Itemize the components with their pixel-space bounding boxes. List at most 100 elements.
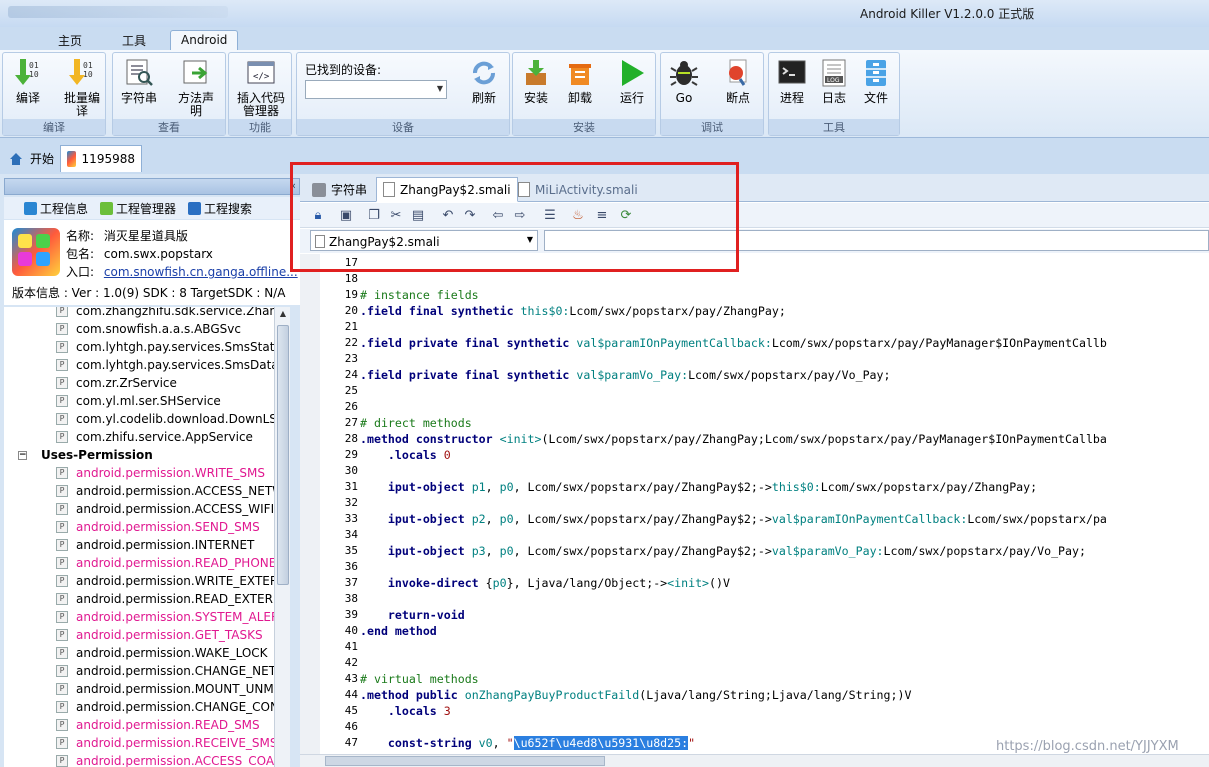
install-button[interactable]: 安装 — [513, 57, 559, 105]
tree-item-permission[interactable]: Pandroid.permission.READ_PHONE_ — [56, 554, 274, 572]
code-line[interactable]: # virtual methods — [360, 672, 479, 686]
tree-item-permission[interactable]: Pandroid.permission.GET_TASKS — [56, 626, 263, 644]
method-declaration-button[interactable]: 方法声明 — [173, 57, 219, 118]
tree-item-permission[interactable]: Pandroid.permission.MOUNT_UNM — [56, 680, 274, 698]
tree-item-permission[interactable]: Pandroid.permission.READ_EXTERN — [56, 590, 274, 608]
go-button[interactable]: Go — [661, 57, 707, 105]
strings-button[interactable]: 字符串 — [116, 57, 162, 105]
code-line[interactable]: .end method — [360, 624, 437, 638]
menu-tab-tools[interactable]: 工具 — [112, 30, 156, 51]
paste-icon[interactable]: ▤ — [410, 208, 426, 224]
run-button[interactable]: 运行 — [609, 57, 655, 105]
code-area[interactable]: 17 18 19 # instance fields 20 .field final sy… — [330, 254, 1209, 754]
tree-item-permission[interactable]: Pandroid.permission.CHANGE_NETV — [56, 662, 274, 680]
tab-project-search[interactable]: 工程搜索 — [188, 200, 252, 217]
method-select[interactable] — [544, 230, 1209, 251]
code-line[interactable]: iput-object p1, p0, Lcom/swx/popstarx/pa… — [360, 480, 1037, 494]
code-line[interactable]: .field private final synthetic val$param… — [360, 336, 1107, 350]
tree-item-permission[interactable]: Pandroid.permission.CHANGE_CON — [56, 698, 274, 716]
tree-item-service[interactable]: Pcom.lyhtgh.pay.services.SmsStatus — [56, 338, 274, 356]
tree-item-permission[interactable]: Pandroid.permission.WRITE_SMS — [56, 464, 265, 482]
file-button[interactable]: 文件 — [853, 57, 899, 105]
code-line[interactable]: return-void — [360, 608, 465, 622]
code-line[interactable]: # direct methods — [360, 416, 472, 430]
tree-item-permission[interactable]: Pandroid.permission.ACCESS_COAR — [56, 752, 274, 767]
tree-item-service[interactable]: Pcom.zr.ZrService — [56, 374, 177, 392]
code-line[interactable]: .field private final synthetic val$param… — [360, 368, 891, 382]
tree-item-permission[interactable]: Pandroid.permission.WAKE_LOCK — [56, 644, 268, 662]
tree-item-permission[interactable]: Pandroid.permission.ACCESS_NETW — [56, 482, 274, 500]
tree-item-service[interactable]: Pcom.zhangzhifu.sdk.service.Zhangz — [56, 307, 274, 320]
code-line[interactable]: .locals 3 — [360, 704, 451, 718]
tree-item-permission[interactable]: Pandroid.permission.ACCESS_WIFI_ — [56, 500, 274, 518]
code-line[interactable]: .locals 0 — [360, 448, 451, 462]
align-icon[interactable]: ≡ — [594, 208, 610, 224]
cut-icon[interactable]: ✂ — [388, 208, 404, 224]
tab-project-manager[interactable]: 工程管理器 — [100, 200, 176, 217]
tree-item-permission[interactable]: Pandroid.permission.RECEIVE_SMS — [56, 734, 274, 752]
process-button[interactable]: 进程 — [769, 57, 815, 105]
code-line[interactable]: .method public onZhangPayBuyProductFaild… — [360, 688, 911, 702]
code-line[interactable]: iput-object p2, p0, Lcom/swx/popstarx/pa… — [360, 512, 1107, 526]
tree-item-permission[interactable]: Pandroid.permission.SYSTEM_ALERT — [56, 608, 274, 626]
tree-item-permission[interactable]: Pandroid.permission.READ_SMS — [56, 716, 260, 734]
scroll-up-icon[interactable]: ▲ — [277, 309, 289, 321]
code-line[interactable]: .field final synthetic this$0:Lcom/swx/p… — [360, 304, 786, 318]
arrow-left-icon[interactable]: ⇦ — [490, 208, 506, 224]
editor-tab-bar: 字符串 ZhangPay$2.smali MiLiActivity.smali — [300, 174, 1209, 202]
goto-icon[interactable]: ⟳ — [618, 208, 634, 224]
title-bar: Android Killer V1.2.0.0 正式版 — [0, 0, 1209, 27]
horizontal-scrollbar[interactable] — [300, 754, 1209, 767]
collapse-icon[interactable]: « — [289, 179, 296, 192]
scroll-thumb[interactable] — [277, 325, 289, 585]
tree-item-service[interactable]: Pcom.lyhtgh.pay.services.SmsDataS — [56, 356, 274, 374]
java-icon[interactable]: ♨ — [570, 208, 586, 224]
code-line[interactable]: invoke-direct {p0}, Ljava/lang/Object;->… — [360, 576, 730, 590]
insert-code-manager-button[interactable]: </> 插入代码管理器 — [235, 57, 287, 118]
save-icon[interactable]: ▣ — [338, 208, 354, 224]
entry-link[interactable]: com.snowfish.cn.ganga.offline... — [104, 265, 298, 279]
code-line[interactable]: # instance fields — [360, 288, 479, 302]
tree-item-permission[interactable]: Pandroid.permission.INTERNET — [56, 536, 254, 554]
uninstall-button[interactable]: 卸载 — [557, 57, 603, 105]
tab-start[interactable]: 开始 — [2, 145, 60, 172]
tab-project-info[interactable]: 工程信息 — [24, 200, 88, 217]
tree-scrollbar[interactable]: ▲ — [274, 307, 290, 767]
compile-button[interactable]: 01 10 编译 — [5, 57, 51, 105]
tree-item-service[interactable]: Pcom.zhifu.service.AppService — [56, 428, 253, 446]
breakpoint-button[interactable]: 断点 — [715, 57, 761, 105]
menu-tab-home[interactable]: 主页 — [48, 30, 92, 51]
redo-icon[interactable]: ↷ — [462, 208, 478, 224]
arrow-right-icon[interactable]: ⇨ — [512, 208, 528, 224]
file-select[interactable]: ZhangPay$2.smali ▼ — [310, 230, 538, 251]
tree-group-uses-permission[interactable]: − Uses-Permission — [18, 446, 153, 464]
code-line[interactable]: const-string v0, "\u652f\u4ed8\u5931\u8d… — [360, 736, 695, 750]
tree-item-permission[interactable]: Pandroid.permission.WRITE_EXTERI — [56, 572, 274, 590]
file-icon: P — [56, 755, 68, 767]
collapse-icon[interactable]: − — [18, 450, 27, 460]
tree-item-service[interactable]: Pcom.yl.ml.ser.SHService — [56, 392, 221, 410]
device-select[interactable]: ▼ — [305, 80, 447, 99]
tab-miliactivity-smali[interactable]: MiLiActivity.smali — [512, 177, 644, 202]
file-icon: P — [56, 665, 68, 677]
batch-compile-button[interactable]: 01 10 批量编译 — [59, 57, 105, 118]
tab-project[interactable]: 1195988 — [60, 145, 142, 172]
tab-zhangpay2-smali[interactable]: ZhangPay$2.smali — [376, 177, 518, 202]
svg-text:10: 10 — [29, 70, 39, 79]
code-line[interactable]: .method constructor <init>(Lcom/swx/pops… — [360, 432, 1107, 446]
log-button[interactable]: LOG 日志 — [811, 57, 857, 105]
refresh-button[interactable]: 刷新 — [461, 57, 507, 105]
scroll-thumb[interactable] — [325, 756, 605, 766]
menu-tab-android[interactable]: Android — [170, 30, 239, 51]
copy-icon[interactable]: ❐ — [366, 208, 382, 224]
format-icon[interactable]: ☰ — [542, 208, 558, 224]
tree-item-service[interactable]: Pcom.yl.codelib.download.DownLSe — [56, 410, 274, 428]
svg-text:01: 01 — [29, 61, 39, 70]
tab-strings[interactable]: 字符串 — [306, 177, 373, 202]
lock-icon[interactable]: 🔒︎ — [310, 208, 326, 224]
tree-item-permission[interactable]: Pandroid.permission.SEND_SMS — [56, 518, 260, 536]
undo-icon[interactable]: ↶ — [440, 208, 456, 224]
tree-item-service[interactable]: Pcom.snowfish.a.a.s.ABGSvc — [56, 320, 241, 338]
tree-item-label: android.permission.GET_TASKS — [76, 628, 263, 642]
code-line[interactable]: iput-object p3, p0, Lcom/swx/popstarx/pa… — [360, 544, 1086, 558]
